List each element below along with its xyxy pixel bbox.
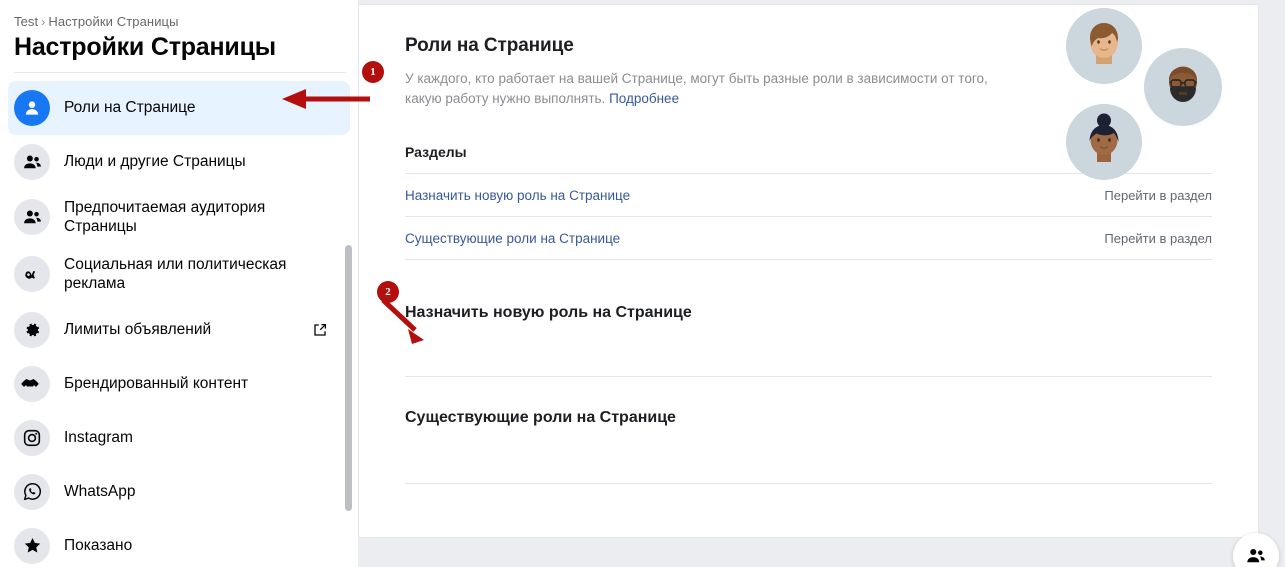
page-roles-card: Роли на Странице У каждого, кто работает… xyxy=(358,4,1259,538)
sidebar-item-instagram[interactable]: Instagram xyxy=(8,411,350,465)
assign-new-role-block: Назначить новую роль на Странице xyxy=(405,304,1212,377)
section-link-label[interactable]: Назначить новую роль на Странице xyxy=(405,188,630,203)
key-icon xyxy=(14,256,50,293)
breadcrumb: Test › Настройки Страницы xyxy=(0,0,358,29)
existing-roles-title: Существующие роли на Странице xyxy=(405,408,676,426)
sidebar-item-label: Лимиты объявлений xyxy=(64,320,212,338)
assign-new-role-title: Назначить новую роль на Странице xyxy=(405,303,692,321)
assign-new-role-divider xyxy=(405,375,1212,377)
person-icon xyxy=(14,90,50,126)
contacts-fab-button[interactable] xyxy=(1233,533,1279,567)
breadcrumb-separator: › xyxy=(41,15,46,29)
existing-roles-divider xyxy=(405,482,1212,484)
description-text: У каждого, кто работает на вашей Страниц… xyxy=(405,71,988,107)
sidebar-item-ad-limits[interactable]: Лимиты объявлений xyxy=(8,303,350,357)
star-icon xyxy=(14,527,50,564)
people-icon xyxy=(14,144,50,180)
settings-sidebar: Test › Настройки Страницы Настройки Страни… xyxy=(0,0,358,567)
sections-bottom-divider xyxy=(405,258,1212,260)
instagram-icon xyxy=(14,419,50,456)
page-title: Настройки Страницы xyxy=(14,33,276,61)
external-link-icon[interactable] xyxy=(312,322,328,338)
sidebar-item-label: Предпочитаемая аудитория Страницы xyxy=(64,199,266,236)
page-settings-screen: Test › Настройки Страницы Настройки Страни… xyxy=(0,0,1285,567)
main-content-area: Роли на Странице У каждого, кто работает… xyxy=(358,0,1285,567)
sidebar-scrollbar[interactable] xyxy=(345,245,352,511)
sidebar-item-label: WhatsApp xyxy=(64,482,136,500)
section-heading: Роли на Странице xyxy=(405,35,574,56)
sections-label: Разделы xyxy=(405,143,467,160)
existing-roles-block: Существующие роли на Странице xyxy=(405,409,1212,484)
section-link-row-assign[interactable]: Назначить новую роль на Странице Перейти… xyxy=(405,172,1212,216)
annotation-marker-1: 1 xyxy=(362,61,384,83)
sidebar-item-featured[interactable]: Показано xyxy=(8,519,350,567)
sidebar-item-page-roles[interactable]: Роли на Странице xyxy=(8,81,350,135)
sidebar-item-label: Показано xyxy=(64,536,133,554)
title-divider xyxy=(14,72,346,73)
handshake-icon xyxy=(14,365,50,402)
sidebar-item-whatsapp[interactable]: WhatsApp xyxy=(8,465,350,519)
go-to-section-link[interactable]: Перейти в раздел xyxy=(1104,188,1212,203)
sidebar-item-label: Instagram xyxy=(64,428,133,446)
sidebar-item-label: Роли на Странице xyxy=(64,99,196,117)
sidebar-item-people-and-pages[interactable]: Люди и другие Страницы xyxy=(8,135,350,189)
contacts-icon xyxy=(1245,545,1267,567)
section-link-row-existing[interactable]: Существующие роли на Странице Перейти в … xyxy=(405,215,1212,259)
sidebar-item-label: Социальная или политическая реклама xyxy=(64,255,287,293)
breadcrumb-current: Настройки Страницы xyxy=(48,14,179,29)
people-icon xyxy=(14,199,50,236)
gear-icon xyxy=(14,311,50,348)
sidebar-item-branded-content[interactable]: Брендированный контент xyxy=(8,357,350,411)
section-link-label[interactable]: Существующие роли на Странице xyxy=(405,231,620,246)
go-to-section-link[interactable]: Перейти в раздел xyxy=(1104,231,1212,246)
section-description: У каждого, кто работает на вашей Страниц… xyxy=(405,69,1025,110)
sidebar-item-preferred-audience[interactable]: Предпочитаемая аудитория Страницы xyxy=(8,189,350,246)
sidebar-item-label: Брендированный контент xyxy=(64,374,249,392)
sidebar-item-label: Люди и другие Страницы xyxy=(64,153,246,171)
annotation-marker-2: 2 xyxy=(377,281,399,303)
learn-more-link[interactable]: Подробнее xyxy=(609,91,679,106)
whatsapp-icon xyxy=(14,473,50,510)
settings-nav: Роли на Странице Люди и другие Страницы xyxy=(0,81,358,567)
sidebar-item-social-political-ads[interactable]: Социальная или политическая реклама xyxy=(8,246,350,303)
breadcrumb-root[interactable]: Test xyxy=(14,14,38,29)
